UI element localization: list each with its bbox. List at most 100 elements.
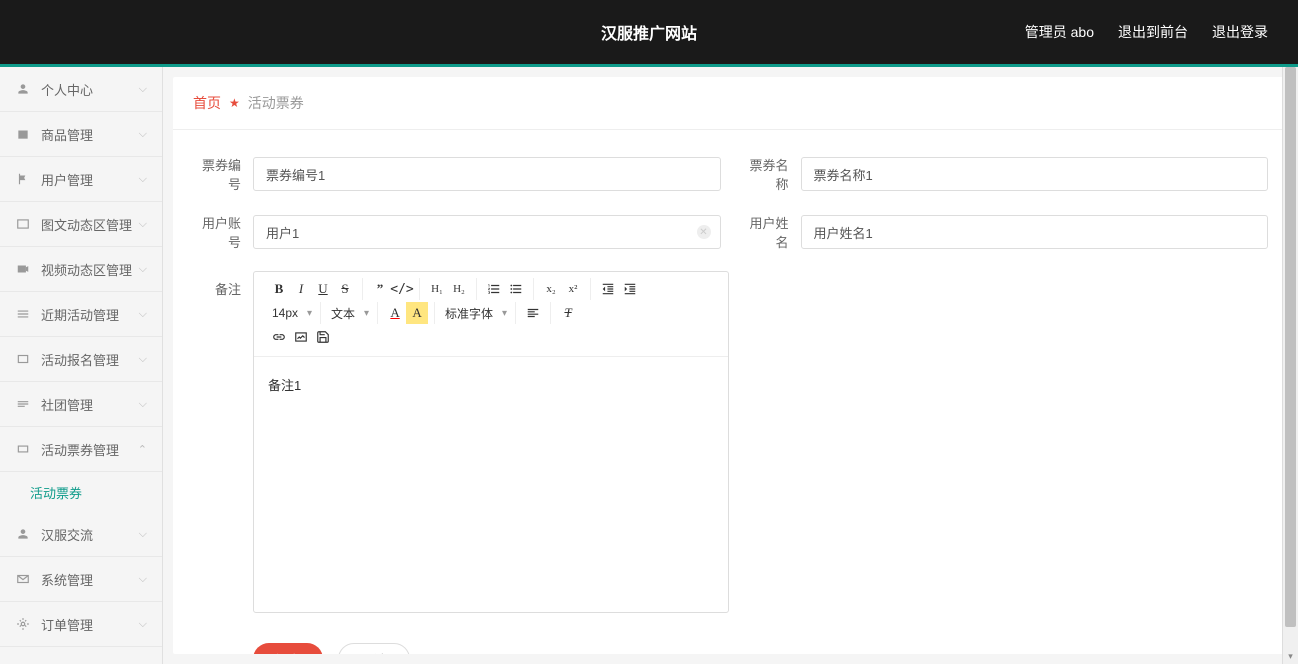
sidebar-item-profile[interactable]: 个人中心 ⌵ [0,67,162,112]
highlight-button[interactable]: A [406,302,428,324]
h2-button[interactable]: H₂ [448,278,470,300]
sidebar-item-system[interactable]: 系统管理 ⌵ [0,557,162,602]
user-icon [15,81,31,97]
image-button[interactable] [290,326,312,348]
chevron-up-icon: ⌃ [138,443,147,456]
font-size-select[interactable]: 14px [268,302,314,324]
link-button[interactable] [268,326,290,348]
code-button[interactable]: </> [391,278,413,300]
app-header: 汉服推广网站 管理员 abo 退出到前台 退出登录 [0,0,1298,64]
ticket-icon [15,441,31,457]
image-icon [15,216,31,232]
align-button[interactable] [522,302,544,324]
indent-button[interactable] [619,278,641,300]
superscript-button[interactable]: x² [562,278,584,300]
outdent-button[interactable] [597,278,619,300]
breadcrumb-current: 活动票券 [248,93,304,113]
quote-button[interactable]: ” [369,278,391,300]
form: 票券编号 票券名称 用户账号 ✕ 用户姓名 [173,130,1288,654]
chevron-down-icon: ⌵ [139,398,147,411]
italic-button[interactable]: I [290,278,312,300]
ordered-list-button[interactable] [483,278,505,300]
ticket-code-label: 票券编号 [193,155,253,193]
main-content: 首页 ★ 活动票券 票券编号 票券名称 用户账号 [173,77,1288,654]
subscript-button[interactable]: x₂ [540,278,562,300]
exit-to-front-link[interactable]: 退出到前台 [1118,22,1188,42]
user-name-input[interactable] [801,215,1269,249]
chevron-down-icon: ⌵ [139,528,147,541]
logout-link[interactable]: 退出登录 [1212,22,1268,42]
app-title: 汉服推广网站 [601,20,697,44]
header-actions: 管理员 abo 退出到前台 退出登录 [1025,22,1268,42]
sidebar-item-label: 商品管理 [41,125,93,144]
editor-content[interactable]: 备注1 [254,357,728,612]
user-name-label: 用户姓名 [741,213,801,251]
admin-label[interactable]: 管理员 abo [1025,22,1094,42]
bold-button[interactable]: B [268,278,290,300]
flag-icon [15,171,31,187]
sidebar-item-label: 用户管理 [41,170,93,189]
bars-icon [15,306,31,322]
h1-button[interactable]: H₁ [426,278,448,300]
sidebar-item-image-feed[interactable]: 图文动态区管理 ⌵ [0,202,162,247]
sidebar-item-label: 视频动态区管理 [41,260,132,279]
clear-format-button[interactable]: T [557,302,579,324]
chevron-down-icon: ⌵ [139,573,147,586]
chevron-down-icon: ⌵ [139,618,147,631]
sidebar-item-label: 订单管理 [41,615,93,634]
font-color-button[interactable]: A [384,302,406,324]
mail-icon [15,571,31,587]
sidebar-item-label: 个人中心 [41,80,93,99]
sidebar-item-tickets[interactable]: 活动票券管理 ⌃ [0,427,162,472]
user-account-label: 用户账号 [193,213,253,251]
sidebar-item-users[interactable]: 用户管理 ⌵ [0,157,162,202]
rich-text-editor: B I U S ” </> H₁ H₂ [253,271,729,613]
ticket-code-input[interactable] [253,157,721,191]
list-icon [15,351,31,367]
editor-toolbar: B I U S ” </> H₁ H₂ [254,272,728,357]
scrollbar-thumb[interactable] [1285,67,1296,627]
chevron-down-icon: ⌵ [139,353,147,366]
sidebar-item-registration[interactable]: 活动报名管理 ⌵ [0,337,162,382]
form-actions: 提交 取消 [193,643,1268,654]
chevron-down-icon: ⌵ [139,308,147,321]
video-icon [15,261,31,277]
breadcrumb-home[interactable]: 首页 [193,93,221,113]
sidebar-item-orders[interactable]: 订单管理 ⌵ [0,602,162,647]
cancel-button[interactable]: 取消 [338,643,410,654]
sidebar-item-label: 近期活动管理 [41,305,119,324]
sidebar-item-label: 图文动态区管理 [41,215,132,234]
vertical-scrollbar[interactable]: ▾ [1282,67,1298,664]
box-icon [15,126,31,142]
chevron-down-icon: ⌵ [139,173,147,186]
breadcrumb: 首页 ★ 活动票券 [173,77,1288,130]
sidebar-item-recent-activities[interactable]: 近期活动管理 ⌵ [0,292,162,337]
save-button[interactable] [312,326,334,348]
remark-label: 备注 [193,271,253,613]
sidebar-item-hanfu-chat[interactable]: 汉服交流 ⌵ [0,512,162,557]
scroll-down-icon[interactable]: ▾ [1283,648,1298,664]
chevron-down-icon: ⌵ [139,128,147,141]
sidebar-item-label: 社团管理 [41,395,93,414]
sidebar-item-clubs[interactable]: 社团管理 ⌵ [0,382,162,427]
sidebar-item-video-feed[interactable]: 视频动态区管理 ⌵ [0,247,162,292]
chevron-down-icon: ⌵ [139,263,147,276]
user-account-input[interactable] [253,215,721,249]
sidebar-item-label: 汉服交流 [41,525,93,544]
unordered-list-button[interactable] [505,278,527,300]
chevron-down-icon: ⌵ [139,83,147,96]
settings-icon [15,616,31,632]
chevron-down-icon: ⌵ [139,218,147,231]
sidebar-item-label: 系统管理 [41,570,93,589]
underline-button[interactable]: U [312,278,334,300]
sidebar-subitem-tickets[interactable]: 活动票券 [0,472,162,512]
submit-button[interactable]: 提交 [253,643,323,654]
sidebar-item-products[interactable]: 商品管理 ⌵ [0,112,162,157]
clear-icon[interactable]: ✕ [697,225,711,239]
strikethrough-button[interactable]: S [334,278,356,300]
ticket-name-input[interactable] [801,157,1269,191]
paragraph-select[interactable]: 文本 [327,302,371,324]
font-family-select[interactable]: 标准字体 [441,302,509,324]
sidebar-item-label: 活动报名管理 [41,350,119,369]
sidebar: 个人中心 ⌵ 商品管理 ⌵ 用户管理 ⌵ 图文动态区管理 ⌵ 视频动态区管理 ⌵… [0,67,163,664]
